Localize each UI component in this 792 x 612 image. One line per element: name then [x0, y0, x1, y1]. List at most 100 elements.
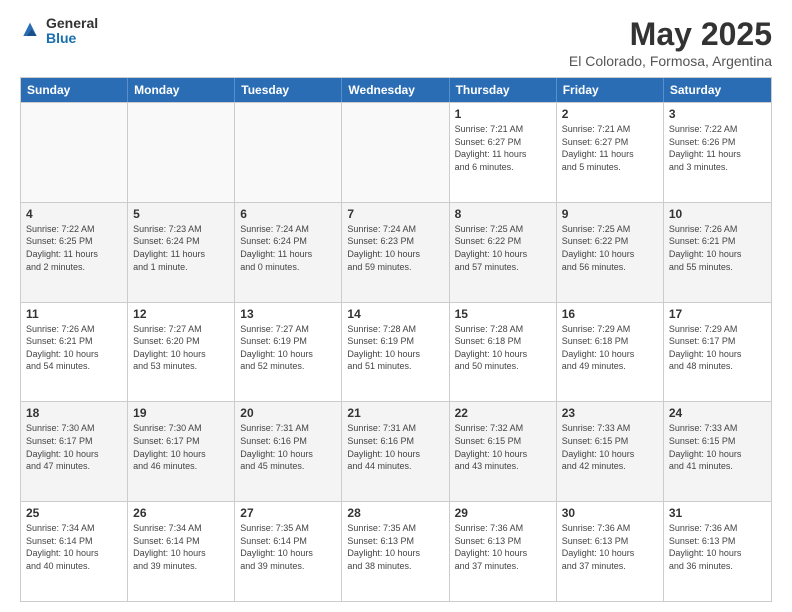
page: General Blue May 2025 El Colorado, Formo… — [0, 0, 792, 612]
calendar-cell: 8 Sunrise: 7:25 AM Sunset: 6:22 PM Daylig… — [450, 203, 557, 302]
calendar-cell: 2 Sunrise: 7:21 AM Sunset: 6:27 PM Daylig… — [557, 103, 664, 202]
logo-text: General Blue — [46, 16, 98, 47]
day-number: 19 — [133, 406, 229, 420]
calendar-row-2: 11 Sunrise: 7:26 AM Sunset: 6:21 PM Dayli… — [21, 302, 771, 402]
day-number: 16 — [562, 307, 658, 321]
calendar-cell: 21 Sunrise: 7:31 AM Sunset: 6:16 PM Dayli… — [342, 402, 449, 501]
day-info: Sunrise: 7:36 AM Sunset: 6:13 PM Dayligh… — [455, 522, 551, 572]
day-info: Sunrise: 7:33 AM Sunset: 6:15 PM Dayligh… — [562, 422, 658, 472]
logo-general-text: General — [46, 16, 98, 31]
day-number: 25 — [26, 506, 122, 520]
day-number: 30 — [562, 506, 658, 520]
day-number: 26 — [133, 506, 229, 520]
day-info: Sunrise: 7:22 AM Sunset: 6:26 PM Dayligh… — [669, 123, 766, 173]
day-info: Sunrise: 7:24 AM Sunset: 6:23 PM Dayligh… — [347, 223, 443, 273]
calendar-cell: 9Sunrise: 7:25 AM Sunset: 6:22 PM Daylig… — [557, 203, 664, 302]
calendar-cell: 15Sunrise: 7:28 AM Sunset: 6:18 PM Dayli… — [450, 303, 557, 402]
calendar-cell: 6Sunrise: 7:24 AM Sunset: 6:24 PM Daylig… — [235, 203, 342, 302]
day-number: 10 — [669, 207, 766, 221]
day-number: 20 — [240, 406, 336, 420]
header-day-saturday: Saturday — [664, 78, 771, 102]
calendar-cell: 12 Sunrise: 7:27 AM Sunset: 6:20 PM Dayli… — [128, 303, 235, 402]
calendar-cell: 23 Sunrise: 7:33 AM Sunset: 6:15 PM Dayli… — [557, 402, 664, 501]
day-number: 24 — [669, 406, 766, 420]
calendar-cell: 16 Sunrise: 7:29 AM Sunset: 6:18 PM Dayli… — [557, 303, 664, 402]
day-info: Sunrise: 7:22 AM Sunset: 6:25 PM Dayligh… — [26, 223, 122, 273]
day-number: 17 — [669, 307, 766, 321]
day-number: 1 — [455, 107, 551, 121]
logo-icon — [20, 21, 40, 41]
calendar-row-3: 18Sunrise: 7:30 AM Sunset: 6:17 PM Dayli… — [21, 401, 771, 501]
day-number: 4 — [26, 207, 122, 221]
calendar-cell: 11 Sunrise: 7:26 AM Sunset: 6:21 PM Dayli… — [21, 303, 128, 402]
calendar-cell: 25Sunrise: 7:34 AM Sunset: 6:14 PM Dayli… — [21, 502, 128, 601]
day-info: Sunrise: 7:30 AM Sunset: 6:17 PM Dayligh… — [133, 422, 229, 472]
day-number: 7 — [347, 207, 443, 221]
calendar-cell: 17 Sunrise: 7:29 AM Sunset: 6:17 PM Dayli… — [664, 303, 771, 402]
calendar-cell: 3Sunrise: 7:22 AM Sunset: 6:26 PM Daylig… — [664, 103, 771, 202]
day-info: Sunrise: 7:31 AM Sunset: 6:16 PM Dayligh… — [347, 422, 443, 472]
subtitle: El Colorado, Formosa, Argentina — [569, 53, 772, 69]
day-info: Sunrise: 7:24 AM Sunset: 6:24 PM Dayligh… — [240, 223, 336, 273]
day-number: 27 — [240, 506, 336, 520]
day-info: Sunrise: 7:26 AM Sunset: 6:21 PM Dayligh… — [669, 223, 766, 273]
day-info: Sunrise: 7:25 AM Sunset: 6:22 PM Dayligh… — [455, 223, 551, 273]
day-info: Sunrise: 7:27 AM Sunset: 6:20 PM Dayligh… — [133, 323, 229, 373]
calendar-body: 1 Sunrise: 7:21 AM Sunset: 6:27 PM Daylig… — [21, 102, 771, 601]
calendar-row-1: 4 Sunrise: 7:22 AM Sunset: 6:25 PM Daylig… — [21, 202, 771, 302]
header-day-thursday: Thursday — [450, 78, 557, 102]
header-day-wednesday: Wednesday — [342, 78, 449, 102]
calendar-cell: 7 Sunrise: 7:24 AM Sunset: 6:23 PM Daylig… — [342, 203, 449, 302]
day-number: 2 — [562, 107, 658, 121]
header-day-friday: Friday — [557, 78, 664, 102]
calendar-cell: 4 Sunrise: 7:22 AM Sunset: 6:25 PM Daylig… — [21, 203, 128, 302]
day-number: 11 — [26, 307, 122, 321]
day-number: 28 — [347, 506, 443, 520]
day-number: 12 — [133, 307, 229, 321]
calendar-header-row: SundayMondayTuesdayWednesdayThursdayFrid… — [21, 78, 771, 102]
calendar-cell: 22 Sunrise: 7:32 AM Sunset: 6:15 PM Dayli… — [450, 402, 557, 501]
calendar-cell: 30 Sunrise: 7:36 AM Sunset: 6:13 PM Dayli… — [557, 502, 664, 601]
day-number: 21 — [347, 406, 443, 420]
calendar-cell: 29 Sunrise: 7:36 AM Sunset: 6:13 PM Dayli… — [450, 502, 557, 601]
day-info: Sunrise: 7:33 AM Sunset: 6:15 PM Dayligh… — [669, 422, 766, 472]
calendar-cell: 1 Sunrise: 7:21 AM Sunset: 6:27 PM Daylig… — [450, 103, 557, 202]
logo: General Blue — [20, 16, 98, 47]
calendar-cell: 18Sunrise: 7:30 AM Sunset: 6:17 PM Dayli… — [21, 402, 128, 501]
calendar-row-4: 25Sunrise: 7:34 AM Sunset: 6:14 PM Dayli… — [21, 501, 771, 601]
day-number: 23 — [562, 406, 658, 420]
logo-blue-text: Blue — [46, 31, 98, 46]
calendar-cell: 19 Sunrise: 7:30 AM Sunset: 6:17 PM Dayli… — [128, 402, 235, 501]
day-info: Sunrise: 7:36 AM Sunset: 6:13 PM Dayligh… — [562, 522, 658, 572]
day-number: 22 — [455, 406, 551, 420]
day-info: Sunrise: 7:21 AM Sunset: 6:27 PM Dayligh… — [455, 123, 551, 173]
header: General Blue May 2025 El Colorado, Formo… — [20, 16, 772, 69]
day-info: Sunrise: 7:31 AM Sunset: 6:16 PM Dayligh… — [240, 422, 336, 472]
calendar-cell: 28Sunrise: 7:35 AM Sunset: 6:13 PM Dayli… — [342, 502, 449, 601]
day-number: 29 — [455, 506, 551, 520]
calendar-cell: 20 Sunrise: 7:31 AM Sunset: 6:16 PM Dayli… — [235, 402, 342, 501]
day-info: Sunrise: 7:27 AM Sunset: 6:19 PM Dayligh… — [240, 323, 336, 373]
calendar: SundayMondayTuesdayWednesdayThursdayFrid… — [20, 77, 772, 602]
day-info: Sunrise: 7:29 AM Sunset: 6:18 PM Dayligh… — [562, 323, 658, 373]
calendar-cell: 26Sunrise: 7:34 AM Sunset: 6:14 PM Dayli… — [128, 502, 235, 601]
day-info: Sunrise: 7:35 AM Sunset: 6:14 PM Dayligh… — [240, 522, 336, 572]
title-block: May 2025 El Colorado, Formosa, Argentina — [569, 16, 772, 69]
day-info: Sunrise: 7:29 AM Sunset: 6:17 PM Dayligh… — [669, 323, 766, 373]
day-info: Sunrise: 7:23 AM Sunset: 6:24 PM Dayligh… — [133, 223, 229, 273]
day-info: Sunrise: 7:36 AM Sunset: 6:13 PM Dayligh… — [669, 522, 766, 572]
calendar-row-0: 1 Sunrise: 7:21 AM Sunset: 6:27 PM Daylig… — [21, 102, 771, 202]
calendar-cell — [235, 103, 342, 202]
header-day-sunday: Sunday — [21, 78, 128, 102]
calendar-cell: 5Sunrise: 7:23 AM Sunset: 6:24 PM Daylig… — [128, 203, 235, 302]
day-number: 13 — [240, 307, 336, 321]
calendar-cell: 10 Sunrise: 7:26 AM Sunset: 6:21 PM Dayli… — [664, 203, 771, 302]
calendar-cell: 27 Sunrise: 7:35 AM Sunset: 6:14 PM Dayli… — [235, 502, 342, 601]
day-number: 8 — [455, 207, 551, 221]
day-number: 14 — [347, 307, 443, 321]
calendar-cell — [342, 103, 449, 202]
day-info: Sunrise: 7:32 AM Sunset: 6:15 PM Dayligh… — [455, 422, 551, 472]
day-info: Sunrise: 7:21 AM Sunset: 6:27 PM Dayligh… — [562, 123, 658, 173]
day-info: Sunrise: 7:26 AM Sunset: 6:21 PM Dayligh… — [26, 323, 122, 373]
calendar-cell — [21, 103, 128, 202]
